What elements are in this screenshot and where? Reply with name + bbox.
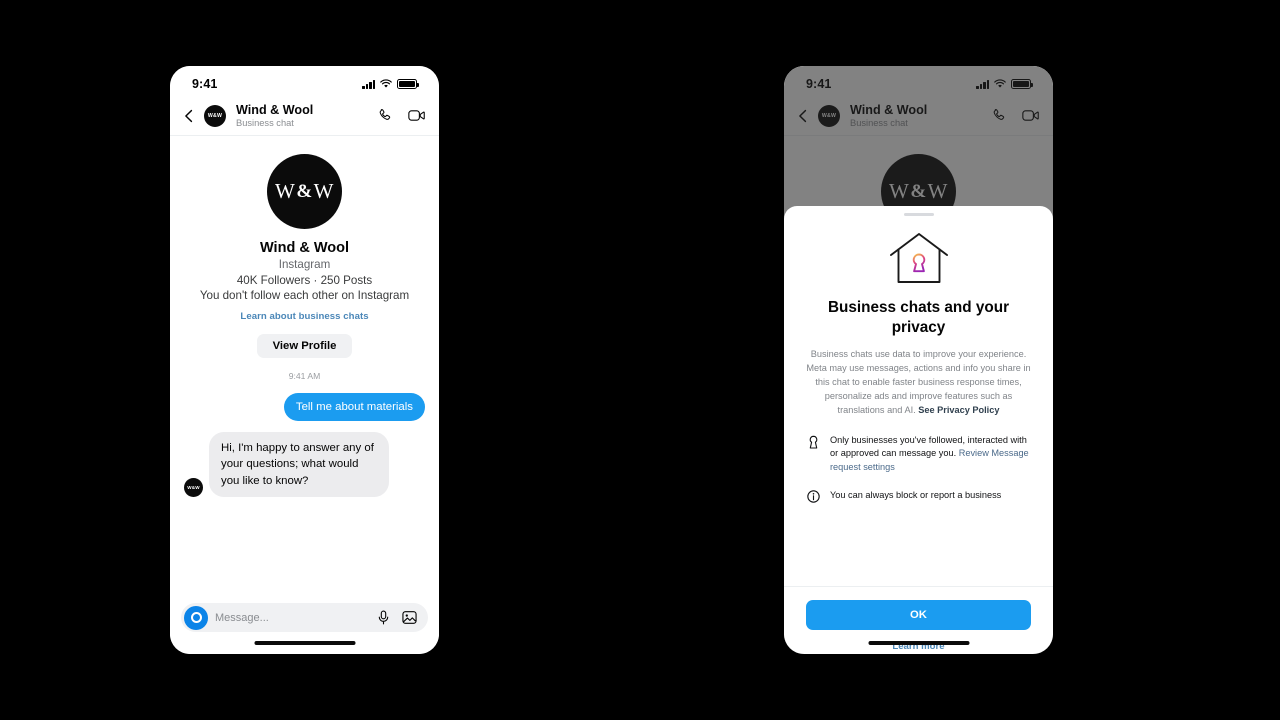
profile-platform: Instagram (278, 258, 331, 271)
signal-bars-icon (976, 79, 989, 89)
video-camera-icon[interactable] (1022, 109, 1039, 122)
chat-header-actions (991, 108, 1039, 123)
sheet-title: Business chats and your privacy (827, 299, 1010, 337)
chat-subtitle: Business chat (236, 117, 294, 128)
chat-title-group: Wind & Wool Business chat (850, 103, 983, 129)
camera-circle-icon[interactable] (184, 605, 208, 630)
sheet-description: Business chats use data to improve your … (802, 348, 1035, 418)
keyhole-icon (806, 434, 821, 450)
sheet-bullet-list: Only businesses you've followed, interac… (802, 434, 1035, 503)
avatar-letter-left: W (889, 179, 910, 203)
business-profile-card: W & W Wind & Wool Instagram 40K Followers … (170, 136, 439, 381)
video-camera-icon[interactable] (408, 109, 425, 122)
list-item: You can always block or report a busines… (806, 489, 1031, 503)
avatar[interactable]: W&W (204, 104, 226, 127)
right-status-bar: 9:41 (784, 66, 1053, 96)
avatar-ampersand: & (910, 180, 927, 202)
wifi-icon (380, 79, 392, 88)
back-chevron-icon[interactable] (796, 109, 810, 123)
screenshot-stage: 9:41 W&W Wind & Wool Business chat W & W… (0, 0, 1280, 720)
business-avatar-large[interactable]: W & W (267, 154, 342, 229)
composer-field-wrap[interactable]: Message... (181, 603, 428, 632)
battery-icon (397, 79, 419, 89)
status-time: 9:41 (806, 77, 832, 91)
composer-actions (378, 610, 417, 625)
chat-business-name: Wind & Wool (850, 102, 928, 117)
learn-about-business-chats-link[interactable]: Learn about business chats (240, 311, 368, 322)
microphone-icon[interactable] (378, 610, 389, 625)
phone-call-icon[interactable] (377, 108, 392, 123)
avatar[interactable]: W&W (818, 104, 840, 127)
list-item-text: You can always block or report a busines… (830, 490, 1002, 501)
sheet-body: Business chats and your privacy Business… (784, 216, 1053, 503)
chat-subtitle: Business chat (850, 117, 908, 128)
privacy-bottom-sheet: Business chats and your privacy Business… (784, 206, 1053, 654)
phone-call-icon[interactable] (991, 108, 1006, 123)
right-screen: 9:41 W&W Wind & Wool Business chat W & W… (784, 66, 1053, 654)
message-avatar[interactable]: W&W (184, 477, 203, 497)
avatar-letter-right: W (313, 179, 334, 203)
home-indicator (868, 641, 969, 645)
chat-title-group: Wind & Wool Business chat (236, 103, 369, 129)
view-profile-button[interactable]: View Profile (256, 334, 353, 358)
ok-button[interactable]: OK (806, 600, 1031, 630)
conversation-timestamp: 9:41 AM (288, 371, 321, 381)
search-input[interactable]: Message... (215, 612, 378, 624)
status-time: 9:41 (192, 77, 218, 91)
phone-right: 9:41 W&W Wind & Wool Business chat W & W… (784, 66, 1053, 654)
signal-bars-icon (362, 79, 375, 89)
left-chat-header: W&W Wind & Wool Business chat (170, 96, 439, 136)
status-icons (976, 79, 1033, 89)
phone-left: 9:41 W&W Wind & Wool Business chat W & W… (170, 66, 439, 654)
chat-business-name: Wind & Wool (236, 102, 314, 117)
chat-header-actions (377, 108, 425, 123)
privacy-policy-link[interactable]: See Privacy Policy (918, 405, 999, 415)
wifi-icon (994, 79, 1006, 88)
home-indicator (254, 641, 355, 645)
profile-relationship: You don't follow each other on Instagram (199, 289, 410, 302)
left-screen: 9:41 W&W Wind & Wool Business chat W & W… (170, 66, 439, 654)
message-bubble-outgoing[interactable]: Tell me about materials (283, 393, 425, 422)
right-chat-header: W&W Wind & Wool Business chat (784, 96, 1053, 136)
message-bubble-incoming[interactable]: Hi, I'm happy to answer any of your ques… (209, 432, 389, 497)
message-list: Tell me about materials W&W Hi, I'm happ… (170, 393, 439, 497)
profile-name: Wind & Wool (260, 240, 349, 256)
message-composer: Message... (170, 603, 439, 632)
left-status-bar: 9:41 (170, 66, 439, 96)
message-row-incoming: W&W Hi, I'm happy to answer any of your … (184, 432, 425, 497)
list-item-text: Only businesses you've followed, interac… (830, 434, 1031, 474)
list-item: Only businesses you've followed, interac… (806, 434, 1031, 474)
avatar-letter-right: W (927, 179, 948, 203)
back-chevron-icon[interactable] (182, 109, 196, 123)
avatar-letter-left: W (275, 179, 296, 203)
status-icons (362, 79, 419, 89)
info-circle-icon (806, 489, 821, 503)
image-gallery-icon[interactable] (402, 610, 417, 625)
battery-icon (1011, 79, 1033, 89)
avatar-ampersand: & (296, 180, 313, 202)
profile-stats: 40K Followers · 250 Posts (236, 274, 373, 287)
house-keyhole-icon (889, 233, 948, 284)
message-row-outgoing: Tell me about materials (184, 393, 425, 422)
